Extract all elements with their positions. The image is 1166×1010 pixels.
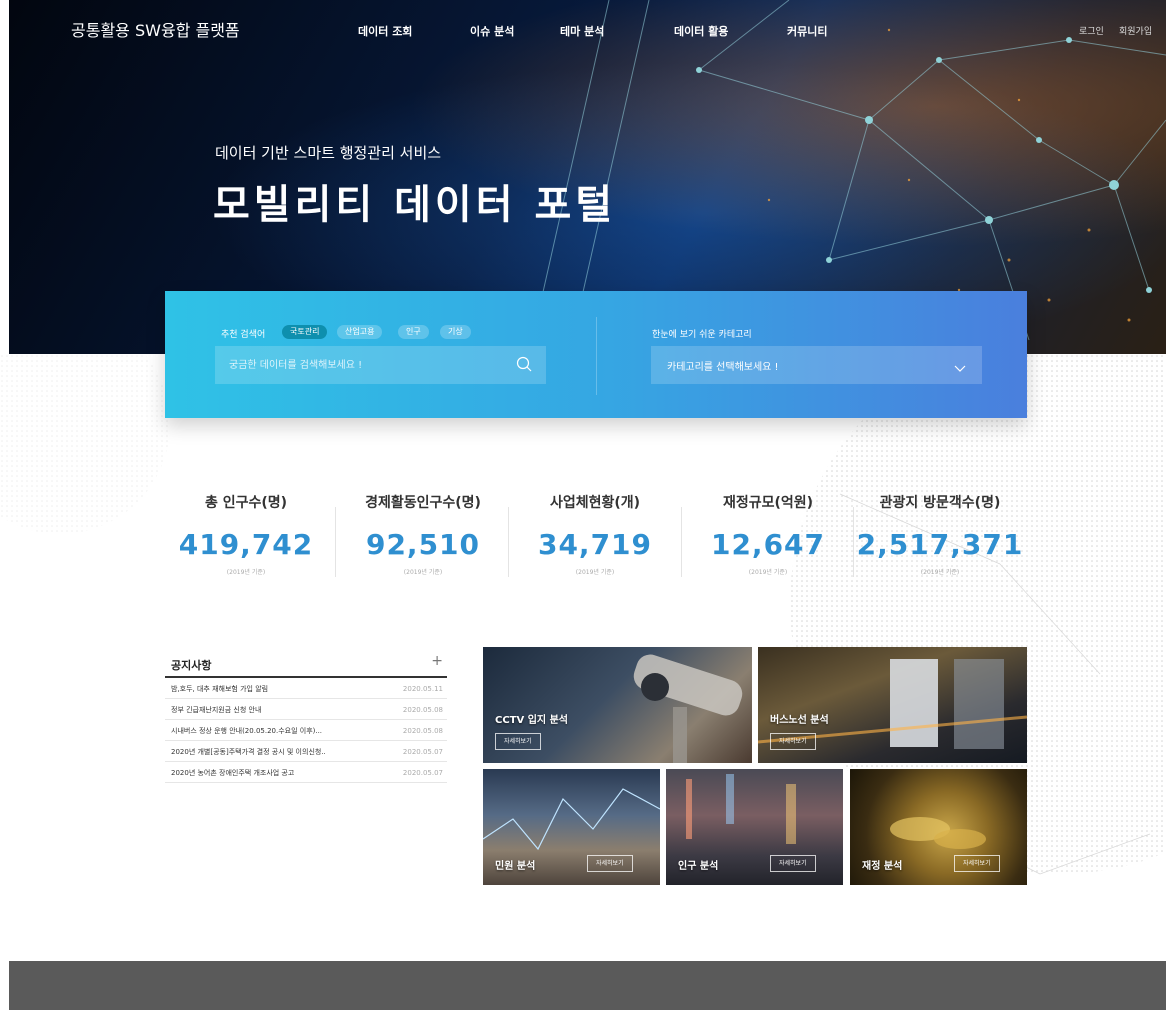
stat-finance: 재정규모(억원) 12,647 (2019년 기준) [683,492,853,576]
login-link[interactable]: 로그인 [1079,24,1104,37]
stat-label: 사업체현황(개) [549,495,641,511]
stat-economic-population: 경제활동인구수(명) 92,510 (2019년 기준) [338,492,508,576]
hero-subtitle: 데이터 기반 스마트 행정관리 서비스 [215,144,442,162]
stat-label: 총 인구수(명) [204,495,288,511]
notice-item-date: 2020.05.07 [402,748,443,756]
tag-population[interactable]: 인구 [398,325,429,339]
notice-board: 공지사항 + 밤,호두, 대추 재해보험 가입 알림 2020.05.11 정부… [165,653,447,783]
list-item[interactable]: 밤,호두, 대추 재해보험 가입 알림 2020.05.11 [165,678,447,699]
search-box [215,346,546,384]
tile-complaint-analysis[interactable]: 민원 분석 자세히보기 [483,769,660,885]
chevron-down-icon [954,359,966,378]
stat-note: (2019년 기준) [226,569,266,576]
tile-title: 버스노선 분석 [770,715,829,726]
search-input[interactable] [215,346,546,384]
stat-divider [335,507,336,577]
list-item[interactable]: 2020년 개별[공동]주택가격 결정 공시 및 이의신청.. 2020.05.… [165,741,447,762]
tile-detail-button[interactable]: 자세히보기 [495,733,541,750]
notice-item-date: 2020.05.07 [402,769,443,777]
tile-title: 재정 분석 [862,861,903,872]
notice-item-date: 2020.05.08 [402,706,443,714]
recommend-label: 추천 검색어 [221,330,266,340]
stat-divider [681,507,682,577]
panel-divider [596,317,597,395]
tile-title: CCTV 입지 분석 [495,715,569,726]
notice-header: 공지사항 + [165,653,447,678]
category-label: 한눈에 보기 쉬운 카테고리 [652,330,752,340]
tile-finance-analysis[interactable]: 재정 분석 자세히보기 [850,769,1027,885]
stat-label: 관광지 방문객수(명) [879,495,1001,511]
site-brand[interactable]: 공통활용 SW융합 플랫폼 [71,17,240,41]
tile-detail-button[interactable]: 자세히보기 [770,855,816,872]
notice-item-title: 시내버스 정상 운행 안내(20.05.20.수요일 이후)... [171,727,323,735]
search-panel: 추천 검색어 국토관리 산업고용 인구 기상 한눈에 보기 쉬운 카테고리 카테… [165,291,1027,418]
hero-title: 모빌리티 데이터 포털 [213,182,617,228]
stat-value: 2,517,371 [856,528,1024,561]
tile-title: 민원 분석 [495,861,536,872]
list-item[interactable]: 시내버스 정상 운행 안내(20.05.20.수요일 이후)... 2020.0… [165,720,447,741]
nav-issue-analysis[interactable]: 이슈 분석 [470,23,514,39]
stat-note: (2019년 기준) [575,569,615,576]
stat-divider [508,507,509,577]
stat-divider [853,507,854,577]
stat-value: 419,742 [178,528,314,561]
tile-bus-route-analysis[interactable]: 버스노선 분석 자세히보기 [758,647,1027,763]
tag-weather[interactable]: 기상 [440,325,471,339]
nav-community[interactable]: 커뮤니티 [787,23,827,39]
footer [9,961,1166,1010]
tile-detail-button[interactable]: 자세히보기 [954,855,1000,872]
notice-item-title: 정부 긴급재난지원금 신청 안내 [171,706,262,714]
notice-item-title: 2020년 개별[공동]주택가격 결정 공시 및 이의신청.. [171,748,326,756]
notice-title: 공지사항 [171,659,212,672]
notice-item-date: 2020.05.11 [402,685,443,693]
tile-population-analysis[interactable]: 인구 분석 자세히보기 [666,769,843,885]
tag-industry-employment[interactable]: 산업고용 [337,325,383,339]
join-link[interactable]: 회원가입 [1119,24,1152,37]
list-item[interactable]: 2020년 농어촌 장애인주택 개조사업 공고 2020.05.07 [165,762,447,783]
stat-population: 총 인구수(명) 419,742 (2019년 기준) [161,492,331,576]
tag-land-management[interactable]: 국토관리 [282,325,328,339]
stat-note: (2019년 기준) [920,569,960,576]
stat-note: (2019년 기준) [403,569,443,576]
nav-data-use[interactable]: 데이터 활용 [674,23,728,39]
tile-detail-button[interactable]: 자세히보기 [770,733,816,750]
stat-tourists: 관광지 방문객수(명) 2,517,371 (2019년 기준) [855,492,1025,576]
nav-data-lookup[interactable]: 데이터 조회 [358,23,412,39]
nav-theme-analysis[interactable]: 테마 분석 [560,23,604,39]
tile-title: 인구 분석 [678,861,719,872]
stat-note: (2019년 기준) [748,569,788,576]
list-item[interactable]: 정부 긴급재난지원금 신청 안내 2020.05.08 [165,699,447,720]
plus-icon[interactable]: + [431,653,443,669]
notice-item-title: 2020년 농어촌 장애인주택 개조사업 공고 [171,769,295,777]
tile-detail-button[interactable]: 자세히보기 [587,855,633,872]
tile-cctv-analysis[interactable]: CCTV 입지 분석 자세히보기 [483,647,752,763]
stat-value: 92,510 [365,528,481,561]
stat-businesses: 사업체현황(개) 34,719 (2019년 기준) [510,492,680,576]
search-icon[interactable] [516,356,532,376]
stat-label: 경제활동인구수(명) [365,495,481,511]
stat-value: 12,647 [710,528,826,561]
category-select[interactable]: 카테고리를 선택해보세요 ! [651,346,982,384]
stat-label: 재정규모(억원) [722,495,814,511]
category-select-value: 카테고리를 선택해보세요 ! [667,362,779,373]
notice-item-date: 2020.05.08 [402,727,443,735]
notice-item-title: 밤,호두, 대추 재해보험 가입 알림 [171,685,269,693]
stat-value: 34,719 [537,528,653,561]
